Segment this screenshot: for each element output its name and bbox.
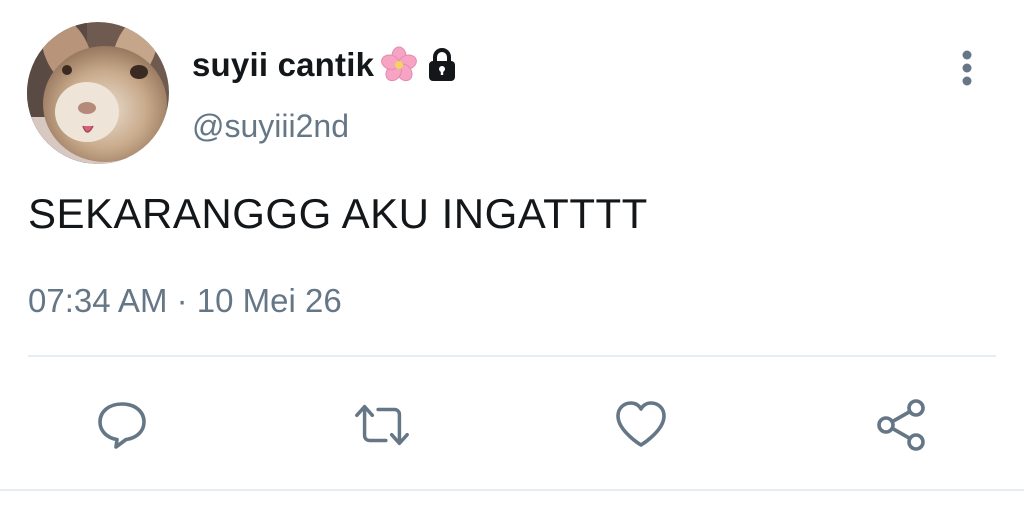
- like-button[interactable]: [611, 395, 671, 455]
- display-name[interactable]: suyii cantik: [192, 46, 374, 84]
- tweet-text: SEKARANGGG AKU INGATTTT: [28, 190, 648, 237]
- share-button[interactable]: [871, 395, 931, 455]
- divider: [0, 489, 1024, 491]
- tweet-timestamp[interactable]: 07:34 AM · 10 Mei 26: [28, 282, 342, 320]
- vertical-dots-icon: [962, 50, 972, 86]
- retweet-arrows-icon: [355, 404, 409, 446]
- lock-icon: [424, 47, 460, 83]
- reply-button[interactable]: [92, 395, 152, 455]
- reply-bubble-icon: [98, 402, 146, 449]
- more-options-button[interactable]: [950, 48, 984, 88]
- avatar[interactable]: [27, 22, 169, 164]
- tweet-card: suyii cantik @suyiii2nd SEKARANGGG AKU I…: [0, 0, 1024, 506]
- display-name-row: suyii cantik: [192, 42, 460, 88]
- user-handle[interactable]: @suyiii2nd: [192, 108, 349, 145]
- cherry-blossom-icon: [380, 46, 418, 84]
- divider: [28, 355, 996, 357]
- retweet-button[interactable]: [352, 395, 412, 455]
- heart-icon: [616, 401, 666, 447]
- share-nodes-icon: [877, 399, 925, 451]
